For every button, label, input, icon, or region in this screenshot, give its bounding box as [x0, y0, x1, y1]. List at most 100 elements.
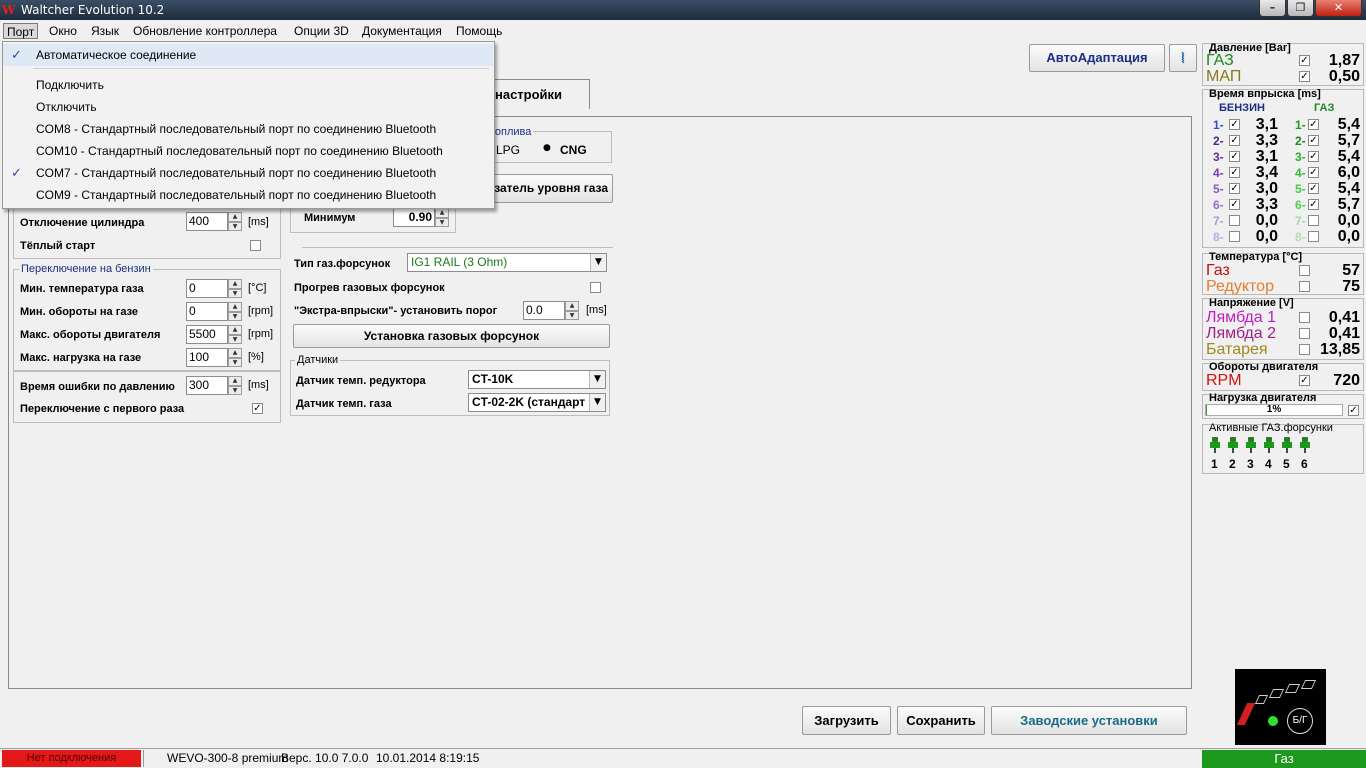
- min-gas-temp-input[interactable]: 0: [186, 279, 228, 298]
- gas-injector-number: 5-: [1295, 182, 1306, 196]
- petrol-injection-value: 0,0: [1255, 228, 1278, 245]
- menu-item-com9[interactable]: COM9 - Стандартный последовательный порт…: [3, 184, 493, 206]
- warm-start-label: Тёплый старт: [20, 240, 96, 252]
- minimum-label: Минимум: [304, 212, 356, 224]
- menu-item-com10[interactable]: COM10 - Стандартный последовательный пор…: [3, 140, 493, 162]
- min-gas-rpm-input[interactable]: 0: [186, 302, 228, 321]
- max-gas-load-up-icon[interactable]: ▲: [228, 348, 242, 358]
- lambda2-checkbox[interactable]: [1299, 328, 1310, 339]
- gas-sensor-select[interactable]: CT-02-2K (стандарт: [468, 393, 606, 412]
- extra-injections-down-icon[interactable]: ▼: [565, 311, 579, 320]
- datetime: 10.01.2014 8:19:15: [376, 751, 480, 765]
- minimum-up-icon[interactable]: ▲: [435, 208, 449, 218]
- menu-help[interactable]: Помощь: [453, 23, 505, 39]
- install-injectors-button[interactable]: Установка газовых форсунок: [293, 324, 610, 348]
- max-gas-load-down-icon[interactable]: ▼: [228, 358, 242, 367]
- fuel-mode-status: Газ: [1202, 750, 1366, 768]
- menu-item-connect[interactable]: Подключить: [3, 74, 493, 96]
- battery-checkbox[interactable]: [1299, 344, 1310, 355]
- min-gas-temp-down-icon[interactable]: ▼: [228, 289, 242, 298]
- injector-type-chevron-down-icon[interactable]: ▼: [590, 254, 606, 271]
- reducer-sensor-select[interactable]: CT-10K: [468, 370, 606, 389]
- gas-sensor-chevron-down-icon[interactable]: ▼: [589, 394, 605, 411]
- menu-item-disconnect[interactable]: Отключить: [3, 96, 493, 118]
- load-button[interactable]: Загрузить: [802, 706, 891, 735]
- menu-item-label: COM10 - Стандартный последовательный пор…: [36, 144, 443, 158]
- menu-documentation[interactable]: Документация: [359, 23, 445, 39]
- fuel-cng-radio[interactable]: ●: [543, 143, 551, 153]
- load-checkbox[interactable]: ✓: [1348, 405, 1359, 416]
- pressure-error-label: Время ошибки по давлению: [20, 381, 175, 393]
- menu-item-auto-connect[interactable]: ✓ Автоматическое соединение: [3, 44, 493, 66]
- injector-type-select[interactable]: IG1 RAIL (3 Ohm): [407, 253, 607, 272]
- min-gas-rpm-down-icon[interactable]: ▼: [228, 312, 242, 321]
- switch-petrol-title: Переключение на бензин: [19, 263, 153, 275]
- pressure-error-up-icon[interactable]: ▲: [228, 376, 242, 386]
- max-engine-rpm-input[interactable]: 5500: [186, 325, 228, 344]
- extra-injections-label: "Экстра-впрыски"- установить порог: [294, 305, 498, 317]
- minimize-button[interactable]: –: [1259, 0, 1286, 17]
- rpm-label: RPM: [1206, 372, 1242, 389]
- lambda1-checkbox[interactable]: [1299, 312, 1310, 323]
- menu-item-com7[interactable]: ✓ COM7 - Стандартный последовательный по…: [3, 162, 493, 184]
- fuel-switch-widget[interactable]: Б/Г: [1235, 669, 1326, 745]
- min-gas-rpm-up-icon[interactable]: ▲: [228, 302, 242, 312]
- bluetooth-icon[interactable]: ⦚: [1169, 44, 1197, 72]
- tab-settings[interactable]: настройки: [486, 79, 590, 109]
- injector-icon: [1210, 437, 1220, 453]
- pressure-error-down-icon[interactable]: ▼: [228, 386, 242, 395]
- menu-window[interactable]: Окно: [46, 23, 80, 39]
- injector-warmup-label: Прогрев газовых форсунок: [294, 282, 445, 294]
- pressure-error-input[interactable]: 300: [186, 376, 228, 395]
- pressure-map-checkbox[interactable]: ✓: [1299, 71, 1310, 82]
- cylinder-cutoff-down-icon[interactable]: ▼: [228, 222, 242, 231]
- temp-reducer-checkbox[interactable]: [1299, 281, 1310, 292]
- cylinder-cutoff-up-icon[interactable]: ▲: [228, 212, 242, 222]
- rpm-checkbox[interactable]: ✓: [1299, 375, 1310, 386]
- switch-label: Б/Г: [1287, 708, 1313, 734]
- reducer-sensor-chevron-down-icon[interactable]: ▼: [589, 371, 605, 388]
- fuel-lpg-label[interactable]: LPG: [496, 143, 520, 157]
- menu-language[interactable]: Язык: [88, 23, 122, 39]
- petrol-injector-number: 6-: [1213, 198, 1224, 212]
- petrol-injector-number: 8-: [1213, 230, 1224, 244]
- injector-icon: [1300, 437, 1310, 453]
- minimum-input[interactable]: 0.90: [393, 208, 435, 227]
- app-logo-icon: W: [2, 3, 16, 17]
- min-gas-temp-up-icon[interactable]: ▲: [228, 279, 242, 289]
- minimum-down-icon[interactable]: ▼: [435, 218, 449, 227]
- reducer-sensor-value: CT-10K: [472, 372, 514, 386]
- temp-gas-checkbox[interactable]: [1299, 265, 1310, 276]
- pressure-gas-checkbox[interactable]: ✓: [1299, 55, 1310, 66]
- injector-icon: [1282, 437, 1292, 453]
- menu-port[interactable]: Порт: [3, 23, 39, 39]
- divider: [302, 247, 613, 248]
- extra-injections-input[interactable]: 0.0: [523, 301, 565, 320]
- save-button[interactable]: Сохранить: [897, 706, 985, 735]
- menu-controller-update[interactable]: Обновление контроллера: [130, 23, 280, 39]
- petrol-injector-number: 2-: [1213, 134, 1224, 148]
- petrol-injector-number: 4-: [1213, 166, 1224, 180]
- menu-item-label: Автоматическое соединение: [36, 48, 197, 62]
- max-engine-rpm-down-icon[interactable]: ▼: [228, 335, 242, 344]
- menu-options-3d[interactable]: Опции 3D: [291, 23, 352, 39]
- extra-injections-up-icon[interactable]: ▲: [565, 301, 579, 311]
- autoadapt-button[interactable]: АвтоАдаптация: [1029, 44, 1165, 72]
- maximize-button[interactable]: ❐: [1287, 0, 1314, 17]
- close-button[interactable]: ✕: [1315, 0, 1362, 17]
- switch-first-checkbox[interactable]: ✓: [252, 403, 263, 414]
- injector-warmup-checkbox[interactable]: [590, 282, 601, 293]
- warm-start-checkbox[interactable]: [250, 240, 261, 251]
- level-bar-icon: [1300, 680, 1317, 689]
- connection-status: Нет подключения: [2, 750, 141, 767]
- injection-petrol-header: БЕНЗИН: [1219, 102, 1265, 114]
- menu-item-com8[interactable]: COM8 - Стандартный последовательный порт…: [3, 118, 493, 140]
- max-engine-rpm-up-icon[interactable]: ▲: [228, 325, 242, 335]
- cylinder-cutoff-input[interactable]: 400: [186, 212, 228, 231]
- level-sensor-button[interactable]: затель уровня газа: [478, 174, 613, 203]
- voltage-title: Напряжение [V]: [1209, 297, 1294, 309]
- max-gas-load-input[interactable]: 100: [186, 348, 228, 367]
- fuel-cng-label[interactable]: CNG: [560, 143, 587, 157]
- device-name: WEVO-300-8 premium: [167, 751, 289, 765]
- factory-settings-button[interactable]: Заводские установки: [991, 706, 1187, 735]
